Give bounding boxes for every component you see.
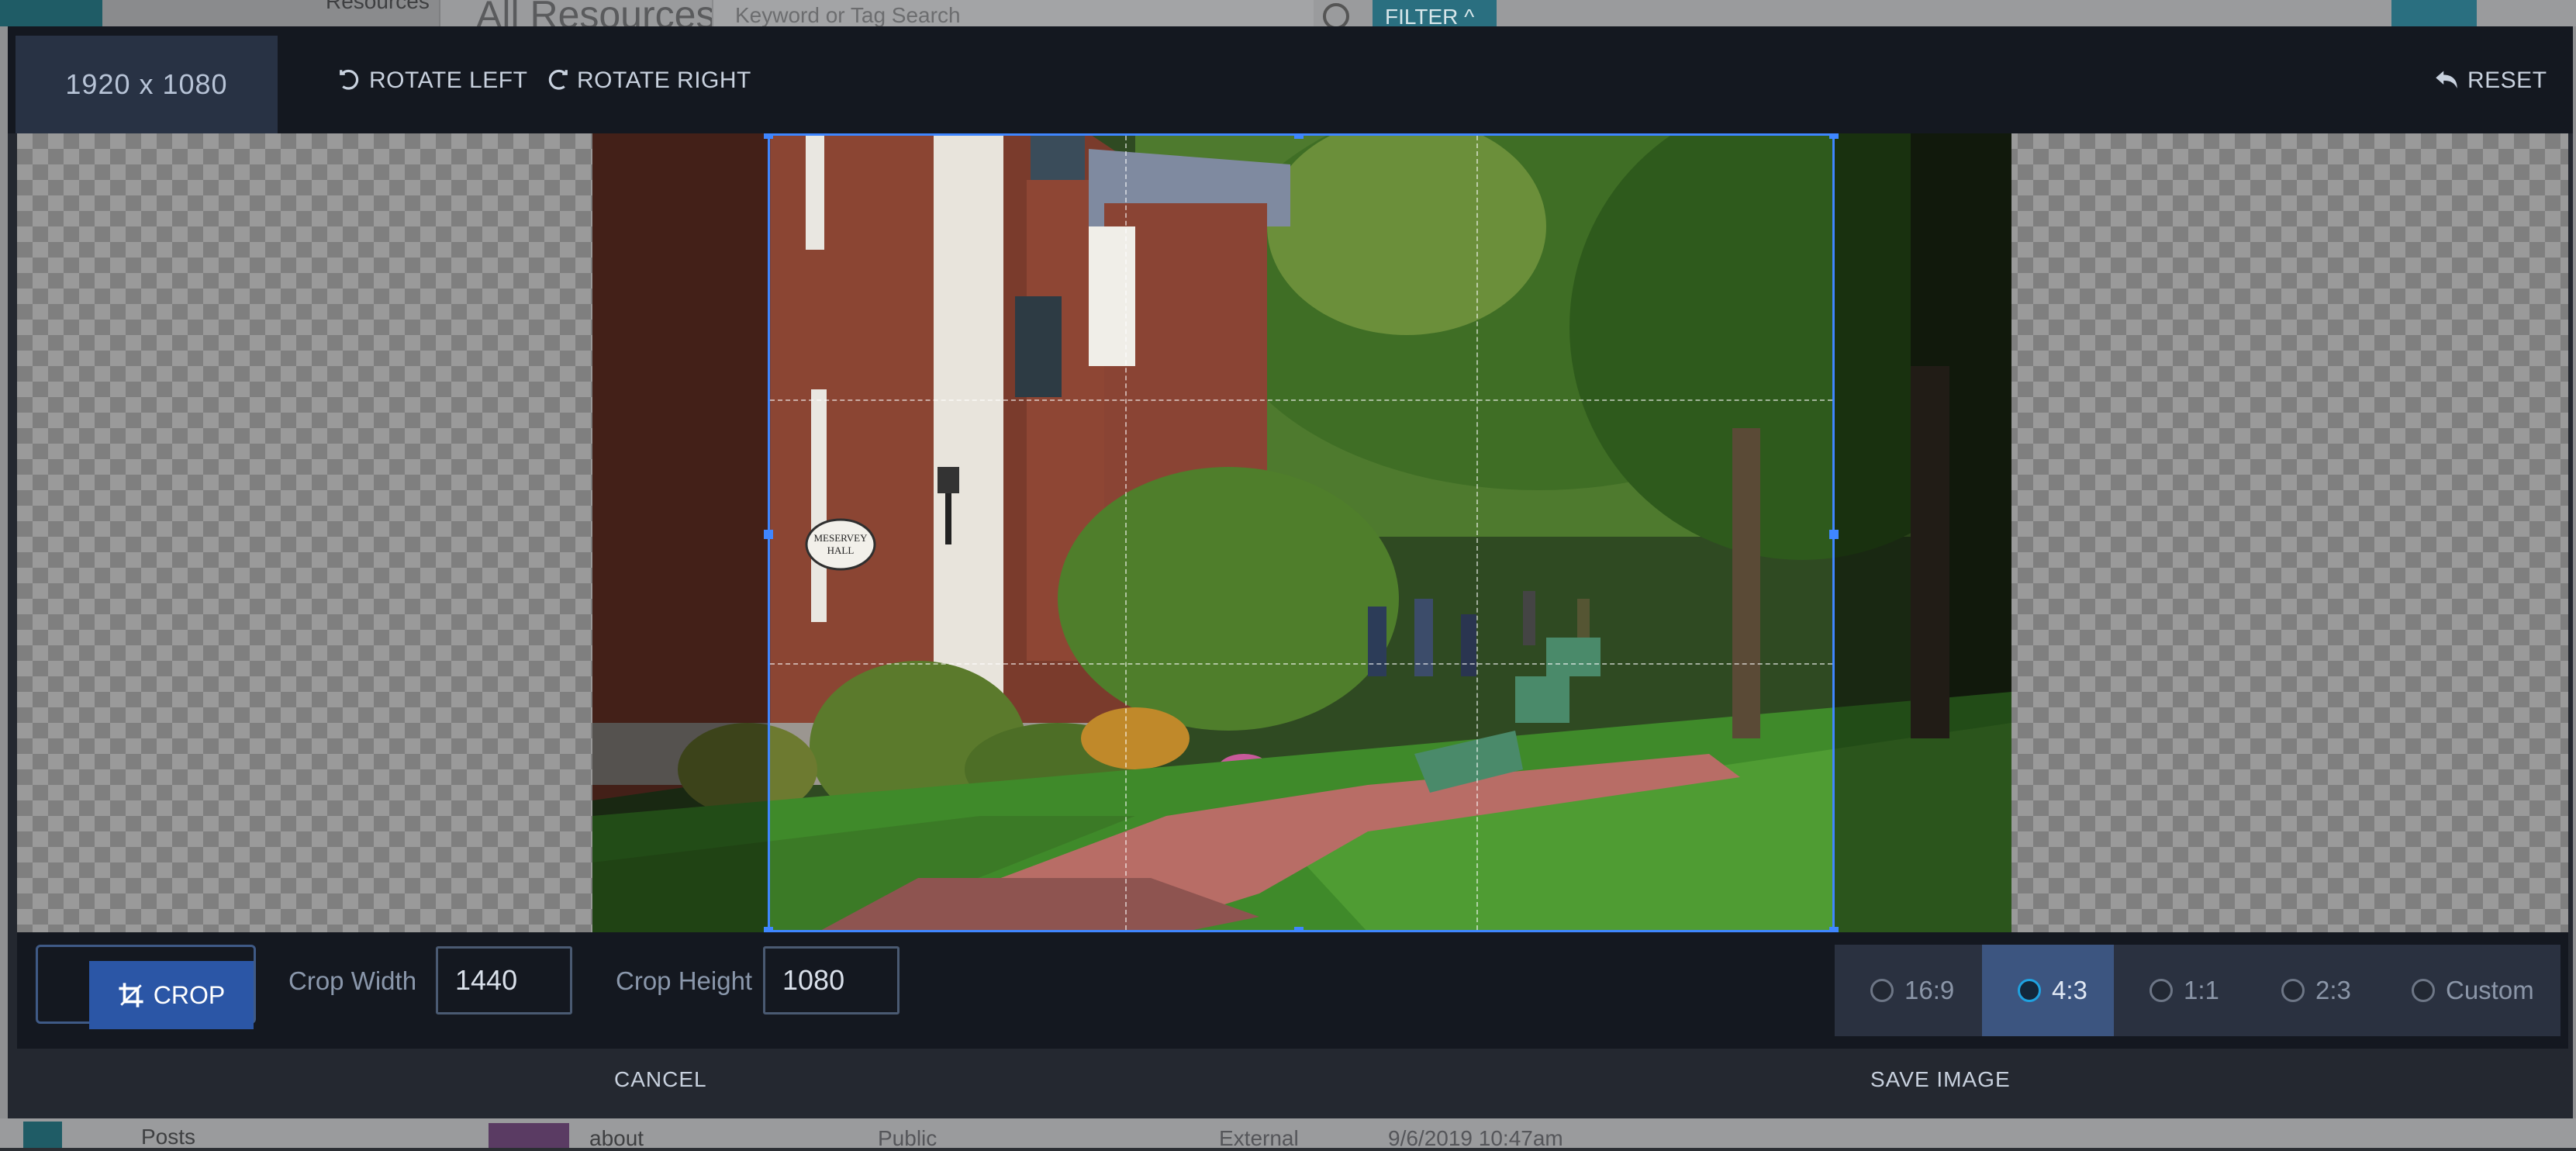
ratio-option-4-3[interactable]: 4:3	[1982, 945, 2114, 1036]
crop-handle-top-left[interactable]	[764, 133, 773, 139]
crop-width-label: Crop Width	[288, 966, 417, 995]
crop-gridline	[770, 663, 1832, 665]
crop-handle-bottom-left[interactable]	[764, 927, 773, 932]
ratio-option-custom[interactable]: Custom	[2412, 945, 2534, 1036]
image-dimensions: 1920 x 1080	[16, 36, 278, 133]
crop-handle-top-right[interactable]	[1829, 133, 1839, 139]
background-grid-view-icon	[2491, 0, 2553, 26]
background-search-icon	[1323, 3, 1349, 29]
radio-icon	[2281, 979, 2305, 1002]
ratio-option-2-3[interactable]: 2:3	[2281, 945, 2351, 1036]
undo-icon	[2436, 71, 2457, 88]
crop-handle-top[interactable]	[1294, 133, 1304, 139]
ratio-label: 4:3	[2052, 976, 2087, 1004]
background-row-visibility: Public	[878, 1126, 938, 1150]
crop-gridline	[1476, 136, 1478, 930]
rotate-right-icon	[548, 69, 568, 90]
crop-height-label: Crop Height	[616, 966, 753, 995]
rotate-left-button[interactable]: ROTATE LEFT	[338, 65, 527, 96]
background-gear-icon	[23, 1122, 62, 1148]
background-row-type: External	[1219, 1126, 1299, 1150]
crop-handle-left[interactable]	[764, 530, 773, 539]
ratio-label: Custom	[2446, 976, 2534, 1004]
background-row-name: about	[589, 1126, 644, 1150]
radio-icon	[2412, 979, 2435, 1002]
save-image-button[interactable]: SAVE IMAGE	[1870, 1067, 2011, 1092]
cancel-button[interactable]: CANCEL	[614, 1067, 707, 1092]
ratio-label: 1:1	[2184, 976, 2219, 1004]
ratio-option-16-9[interactable]: 16:9	[1870, 945, 1954, 1036]
radio-icon	[1870, 979, 1894, 1002]
crop-mask-left	[592, 133, 768, 932]
crop-handle-right[interactable]	[1829, 530, 1839, 539]
reset-label: RESET	[2467, 67, 2547, 93]
rotate-right-label: ROTATE RIGHT	[577, 67, 751, 93]
crop-selection[interactable]	[764, 133, 1839, 932]
editor-toolbar: 1920 x 1080 ROTATE LEFT ROTATE RIGHT RES…	[8, 26, 2573, 133]
background-breadcrumb: Resources	[326, 0, 430, 13]
crop-button-label: CROP	[153, 980, 226, 1009]
background-filter-button: FILTER ^	[1373, 0, 1497, 29]
ratio-option-1-1[interactable]: 1:1	[2150, 945, 2219, 1036]
reset-button[interactable]: RESET	[2433, 65, 2547, 96]
crop-handle-bottom[interactable]	[1294, 927, 1304, 932]
radio-icon	[2150, 979, 2173, 1002]
crop-gridline	[1125, 136, 1127, 930]
aspect-ratio-selector: 16:9 4:3 1:1 2:3 Custom	[1835, 945, 2560, 1036]
background-row-thumbnail	[489, 1123, 569, 1148]
background-app-logo	[0, 0, 102, 26]
rotate-left-label: ROTATE LEFT	[369, 67, 528, 93]
background-search-placeholder: Keyword or Tag Search	[735, 3, 961, 27]
background-sidebar-item-posts: Posts	[141, 1125, 196, 1149]
background-list-view-icon	[2391, 0, 2477, 26]
crop-canvas: MESERVEY HALL	[17, 133, 2568, 932]
background-sidebar-header: Resources	[102, 0, 440, 26]
editor-actions: CANCEL SAVE IMAGE	[8, 1049, 2573, 1118]
image-editor-modal: 1920 x 1080 ROTATE LEFT ROTATE RIGHT RES…	[8, 26, 2573, 1118]
crop-controls: CROP Crop Width Crop Height 16:9 4:3 1:1…	[17, 932, 2568, 1049]
crop-handle-bottom-right[interactable]	[1829, 927, 1839, 932]
crop-width-input[interactable]	[436, 946, 572, 1014]
background-filter-label: FILTER	[1385, 5, 1459, 29]
radio-selected-icon	[2018, 979, 2041, 1002]
crop-gridline	[770, 399, 1832, 401]
background-search-input: Keyword or Tag Search	[712, 0, 1314, 27]
ratio-label: 2:3	[2315, 976, 2351, 1004]
crop-icon	[119, 983, 143, 1008]
ratio-label: 16:9	[1904, 976, 1955, 1004]
rotate-right-button[interactable]: ROTATE RIGHT	[546, 65, 751, 96]
crop-button[interactable]: CROP	[89, 961, 254, 1029]
crop-mask-right	[1835, 133, 2011, 932]
background-row-date: 9/6/2019 10:47am	[1388, 1126, 1563, 1150]
rotate-left-icon	[340, 69, 359, 90]
crop-height-input[interactable]	[763, 946, 900, 1014]
crop-mode-toggle: CROP	[36, 945, 256, 1029]
